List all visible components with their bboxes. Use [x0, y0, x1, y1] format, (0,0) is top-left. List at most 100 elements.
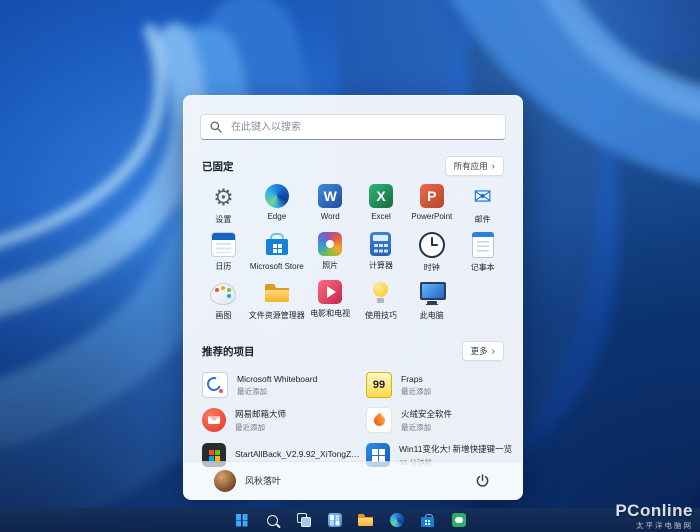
- user-name: 风秋落叶: [245, 474, 281, 487]
- photos-pinwheel-icon: [318, 232, 342, 256]
- app-label: 邮件: [475, 214, 491, 225]
- windows-logo-icon: [236, 514, 248, 526]
- more-button[interactable]: 更多: [462, 341, 504, 361]
- start-menu-footer: 风秋落叶: [184, 461, 522, 499]
- pinned-app-notepad[interactable]: 记事本: [457, 232, 508, 277]
- pinned-app-calculator[interactable]: 计算器: [356, 232, 407, 277]
- store-bag-icon: [421, 514, 434, 527]
- start-button[interactable]: [234, 512, 250, 528]
- app-label: 设置: [215, 214, 231, 225]
- app-label: PowerPoint: [411, 212, 452, 221]
- app-label: Word: [321, 212, 340, 221]
- chevron-right-icon: [492, 346, 495, 357]
- search-icon: [210, 121, 222, 133]
- recommended-item-subtitle: 最近添加: [401, 422, 452, 433]
- taskbar-store[interactable]: [420, 512, 436, 528]
- search-input[interactable]: [229, 121, 496, 134]
- pinned-app-tips[interactable]: 使用技巧: [356, 280, 407, 325]
- movies-play-icon: [318, 280, 342, 304]
- pinned-app-movies-tv[interactable]: 电影和电视: [305, 280, 356, 325]
- app-label: 照片: [322, 260, 338, 271]
- app-label: 文件资源管理器: [249, 310, 305, 321]
- pinned-app-paint[interactable]: 画图: [198, 280, 249, 325]
- power-button[interactable]: [473, 471, 492, 490]
- pinned-app-edge[interactable]: Edge: [249, 184, 305, 229]
- pinned-app-grid: 设置 Edge W Word X Excel P PowerPoint 邮件: [198, 184, 508, 325]
- word-icon: W: [318, 184, 342, 208]
- taskbar-edge[interactable]: [389, 512, 405, 528]
- taskbar: [0, 508, 700, 532]
- app-label: Edge: [267, 212, 286, 221]
- power-icon: [475, 473, 490, 488]
- chat-bubble-icon: [452, 513, 466, 527]
- clock-icon: [419, 232, 445, 258]
- recommended-list: Microsoft Whiteboard 最近添加 99 Fraps 最近添加 …: [202, 371, 504, 469]
- app-label: 时钟: [424, 262, 440, 273]
- netease-mail-icon: [202, 408, 226, 432]
- paint-palette-icon: [210, 280, 236, 306]
- taskbar-chat-app[interactable]: [451, 512, 467, 528]
- avatar: [214, 470, 236, 492]
- pinned-app-file-explorer[interactable]: 文件资源管理器: [249, 280, 305, 325]
- start-menu: 已固定 所有应用 设置 Edge W Word X Excel: [183, 95, 523, 500]
- recommended-item-title: Win11变化大! 新增快捷键一览: [399, 443, 512, 455]
- app-label: 日历: [215, 261, 231, 272]
- task-view-icon: [297, 513, 311, 527]
- powerpoint-icon: P: [420, 184, 444, 208]
- app-label: 使用技巧: [365, 310, 397, 321]
- store-bag-icon: [264, 232, 290, 258]
- edge-icon: [265, 184, 289, 208]
- settings-gear-icon: [210, 184, 236, 210]
- recommended-item-subtitle: 最近添加: [235, 422, 286, 433]
- pinned-app-calendar[interactable]: 日历: [198, 232, 249, 277]
- all-apps-button[interactable]: 所有应用: [445, 156, 504, 176]
- pinned-app-mail[interactable]: 邮件: [457, 184, 508, 229]
- search-box[interactable]: [200, 114, 506, 140]
- pinned-app-word[interactable]: W Word: [305, 184, 356, 229]
- user-profile[interactable]: 风秋落叶: [214, 470, 281, 492]
- app-label: Microsoft Store: [250, 262, 304, 271]
- fraps-counter-icon: 99: [366, 372, 392, 398]
- pinned-app-settings[interactable]: 设置: [198, 184, 249, 229]
- app-label: 电影和电视: [310, 308, 350, 319]
- calculator-icon: [370, 232, 391, 256]
- recommended-item-subtitle: 最近添加: [401, 386, 431, 397]
- recommended-item-fraps[interactable]: 99 Fraps 最近添加: [366, 371, 512, 399]
- recommended-item-title: 火绒安全软件: [401, 408, 452, 420]
- app-label: Excel: [371, 212, 391, 221]
- pinned-title: 已固定: [202, 159, 234, 174]
- pinned-app-store[interactable]: Microsoft Store: [249, 232, 305, 277]
- more-label: 更多: [471, 345, 488, 357]
- recommended-item-huorong[interactable]: 火绒安全软件 最近添加: [366, 406, 512, 434]
- task-view-button[interactable]: [296, 512, 312, 528]
- lightbulb-icon: [368, 280, 394, 306]
- recommended-item-netease-mail[interactable]: 网易邮箱大师 最近添加: [202, 406, 360, 434]
- folder-icon: [358, 514, 373, 526]
- app-label: 画图: [215, 310, 231, 321]
- pinned-app-clock[interactable]: 时钟: [406, 232, 457, 277]
- recommended-item-title: StartAllBack_V2.9.92_XiTongZhi.la: [235, 449, 360, 459]
- recommended-item-whiteboard[interactable]: Microsoft Whiteboard 最近添加: [202, 371, 360, 399]
- desktop: 已固定 所有应用 设置 Edge W Word X Excel: [0, 0, 700, 532]
- recommended-item-title: Microsoft Whiteboard: [237, 374, 317, 384]
- recommended-title: 推荐的项目: [202, 344, 255, 359]
- all-apps-label: 所有应用: [454, 160, 488, 172]
- taskbar-search-button[interactable]: [265, 512, 281, 528]
- pinned-app-powerpoint[interactable]: P PowerPoint: [406, 184, 457, 229]
- recommended-item-title: 网易邮箱大师: [235, 408, 286, 420]
- app-label: 记事本: [471, 262, 495, 273]
- widgets-button[interactable]: [327, 512, 343, 528]
- notepad-icon: [472, 232, 494, 258]
- app-label: 此电脑: [420, 310, 444, 321]
- widgets-icon: [328, 513, 342, 527]
- edge-icon: [390, 513, 404, 527]
- pinned-app-excel[interactable]: X Excel: [356, 184, 407, 229]
- pinned-app-this-pc[interactable]: 此电脑: [406, 280, 457, 325]
- pinned-app-photos[interactable]: 照片: [305, 232, 356, 277]
- taskbar-file-explorer[interactable]: [358, 512, 374, 528]
- chevron-right-icon: [492, 161, 495, 172]
- calendar-icon: [211, 232, 236, 257]
- whiteboard-icon: [202, 372, 228, 398]
- recommended-item-subtitle: 最近添加: [237, 386, 317, 397]
- folder-icon: [264, 280, 290, 306]
